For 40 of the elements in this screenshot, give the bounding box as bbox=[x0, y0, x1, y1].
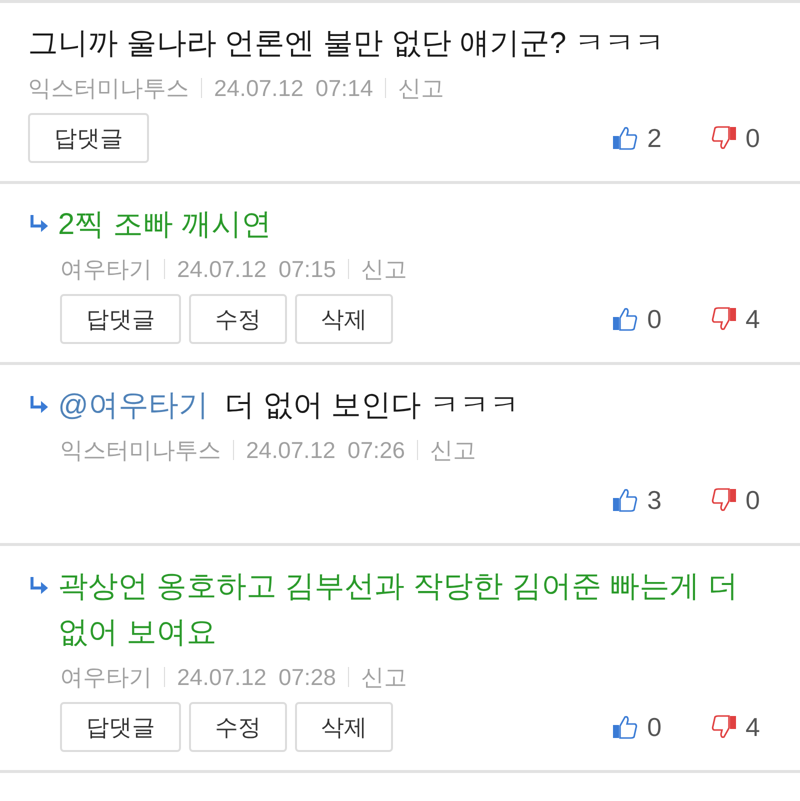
post-date: 24.07.12 bbox=[177, 255, 267, 284]
dislike-count: 4 bbox=[746, 710, 760, 744]
comment-action-button[interactable]: 삭제 bbox=[295, 702, 393, 752]
thumbs-down-icon[interactable] bbox=[710, 486, 738, 514]
dislike-count: 0 bbox=[746, 484, 760, 516]
comment-action-button[interactable]: 수정 bbox=[189, 294, 287, 344]
post-date: 24.07.12 bbox=[246, 436, 336, 465]
mention-link[interactable]: @여우타기 bbox=[58, 389, 208, 422]
author-name: 여우타기 bbox=[60, 255, 152, 284]
comment-text: 그니까 울나라 언론엔 불만 없단 얘기군? ㅋㅋㅋ bbox=[28, 26, 665, 62]
like-count: 0 bbox=[647, 302, 662, 336]
post-date: 24.07.12 bbox=[177, 663, 267, 692]
dislike-count: 4 bbox=[746, 302, 760, 336]
like-count: 0 bbox=[647, 710, 662, 744]
post-time: 07:28 bbox=[278, 663, 336, 692]
thumbs-down-icon[interactable] bbox=[710, 305, 738, 333]
dislike-count: 0 bbox=[746, 122, 760, 154]
comment-action-button[interactable]: 수정 bbox=[189, 702, 287, 752]
comment-action-button[interactable]: 답댓글 bbox=[60, 702, 181, 752]
thumbs-up-icon[interactable] bbox=[611, 713, 640, 741]
comment-text: 2찍 조빠 깨시연 bbox=[58, 207, 272, 243]
like-count: 2 bbox=[647, 122, 662, 154]
comment-text: @여우타기 더 없어 보인다 ㅋㅋㅋ bbox=[58, 388, 520, 424]
thumbs-up-icon[interactable] bbox=[611, 486, 640, 514]
post-time: 07:15 bbox=[278, 255, 336, 284]
post-time: 07:26 bbox=[348, 436, 406, 465]
author-name: 여우타기 bbox=[60, 663, 152, 692]
comment-action-button[interactable]: 삭제 bbox=[295, 294, 393, 344]
post-date: 24.07.12 bbox=[214, 74, 304, 103]
author-name: 익스터미나투스 bbox=[60, 436, 221, 465]
comment-text: 곽상언 옹호하고 김부선과 작당한 김어준 빠는게 더 없어 보여요 bbox=[58, 569, 740, 651]
like-count: 3 bbox=[647, 484, 662, 516]
author-name: 익스터미나투스 bbox=[28, 74, 189, 103]
comment-action-button[interactable]: 답댓글 bbox=[28, 113, 149, 163]
comment-action-button[interactable]: 답댓글 bbox=[60, 294, 181, 344]
thumbs-up-icon[interactable] bbox=[611, 305, 640, 333]
thumbs-down-icon[interactable] bbox=[710, 124, 738, 152]
thumbs-down-icon[interactable] bbox=[710, 713, 738, 741]
thumbs-up-icon[interactable] bbox=[611, 124, 640, 152]
post-time: 07:14 bbox=[316, 74, 374, 103]
